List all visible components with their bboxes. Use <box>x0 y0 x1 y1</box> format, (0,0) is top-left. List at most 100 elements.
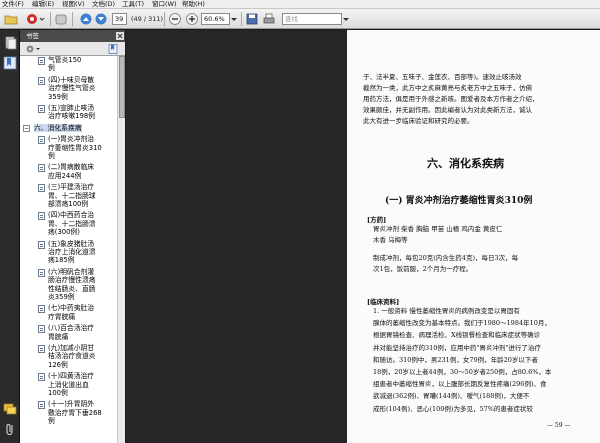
bookmark-label: 胃、十二指肠溃 <box>48 219 96 228</box>
search-input[interactable]: 查找 <box>282 13 342 25</box>
bookmark-label: (一)胃炎冲剂治 <box>48 135 95 144</box>
attachments-panel-button[interactable] <box>3 422 17 436</box>
text-line: 次1包，饭前服，2个月为一疗程。 <box>373 265 473 273</box>
menu-edit[interactable]: 编辑(E) <box>32 0 54 9</box>
bookmark-label: 126例 <box>48 360 68 369</box>
bookmark-label: (二)胃病散临床 <box>48 163 95 172</box>
text-line: 此大有进一步临床验证和研究的必要。 <box>363 117 474 125</box>
bookmark-item[interactable]: (十一)升胃阴外 敷治疗胃下垂268 例 <box>20 400 117 427</box>
bookmarks-scrollbar-thumb[interactable] <box>119 56 125 118</box>
bookmark-item[interactable]: (七)中药夷肚治 疗胃脘痛 <box>20 304 117 323</box>
bookmarks-panel-button[interactable] <box>3 56 17 70</box>
bookmarks-toolbar <box>20 42 125 56</box>
bookmark-item[interactable]: − 六、消化系疾病 <box>20 123 117 134</box>
text-line: 腺体的萎缩性改变为基本特点。我们于1980～1984年10月， <box>373 319 551 328</box>
text-line: 木香 乌梅等 <box>373 236 408 244</box>
bookmark-page-icon <box>38 401 45 410</box>
pages-panel-button[interactable] <box>3 36 17 50</box>
paperclip-icon <box>6 423 13 436</box>
bookmark-label: 疡185例 <box>48 256 75 265</box>
menu-window[interactable]: 窗口(W) <box>152 0 177 9</box>
bookmark-page-icon <box>38 212 45 221</box>
bookmark-item[interactable]: (三)平建汤治疗 胃、十二指肠球 部溃疡100例 <box>20 183 117 210</box>
page-number-input[interactable]: 39 <box>112 13 127 25</box>
bookmark-label: 应用244例 <box>48 171 82 180</box>
bookmark-label: (三)平建汤治疗 <box>48 183 95 192</box>
zoom-out-icon <box>169 13 181 25</box>
close-icon <box>116 32 124 40</box>
options-button[interactable] <box>25 44 41 54</box>
zoom-level-input[interactable]: 60.6% <box>201 13 230 25</box>
menu-bar: 文件(F) 编辑(E) 视图(V) 文档(D) 工具(T) 窗口(W) 帮助(H… <box>0 0 600 9</box>
bookmark-label: 例 <box>48 64 55 73</box>
menu-tools[interactable]: 工具(T) <box>122 0 144 9</box>
bookmark-item[interactable]: (五)宣肺止咳汤 治疗咳嗽198例 <box>20 104 117 123</box>
bookmark-item[interactable]: (二)胃病散临床 应用244例 <box>20 163 117 182</box>
bookmark-label: (十一)升胃阴外 <box>48 400 95 409</box>
search-dropdown-button[interactable] <box>342 12 350 26</box>
bookmark-item[interactable]: (八)百合汤治疗 胃脘痛 <box>20 324 117 343</box>
create-pdf-icon <box>27 14 45 24</box>
zoom-out-button[interactable] <box>168 12 182 26</box>
bookmark-page-icon <box>38 136 45 145</box>
bookmark-label: 疗萎缩性胃炎310 <box>48 143 102 152</box>
bookmark-page-icon <box>38 184 45 193</box>
bookmark-item[interactable]: (一)胃炎冲剂治 疗萎缩性胃炎310 例 <box>20 135 117 162</box>
bookmark-label: 敷治疗胃下垂268 <box>48 408 102 417</box>
bookmark-label: 胃脘痛 <box>48 332 69 341</box>
next-page-button[interactable] <box>95 12 107 26</box>
bookmark-label: (十)四黄汤治疗 <box>48 372 95 381</box>
comments-panel-button[interactable] <box>3 402 17 416</box>
bookmark-item[interactable]: (六)明矾合剂灌 肠治疗慢性溃疡 性结肠炎、直肠 炎359例 <box>20 268 117 304</box>
document-viewer[interactable]: 于、法半夏、五味子、金莲衣、百部等)。速效止咳汤效 截然为一类，此方中之炙麻黄亮与… <box>126 30 600 443</box>
text-line: 欲减退(362例)、胃嘈(144例)、嗳气(188例)，大便不 <box>373 392 530 401</box>
text-line: 成形(104例)、恶心(100例)为多见，57%的患者症状较 <box>373 404 533 413</box>
bookmark-label: (七)中药夷肚治 <box>48 304 95 313</box>
toolbar-separator <box>50 12 51 26</box>
bookmark-label: 桔汤治疗食道炎 <box>48 352 96 361</box>
bookmark-label: 100例 <box>48 388 68 397</box>
zoom-dropdown-button[interactable] <box>230 12 238 26</box>
text-line: 组患者中萎缩性胃炎，以上腹部长期反复性疼痛(296例)、食 <box>373 380 547 389</box>
open-button[interactable] <box>4 12 18 26</box>
chevron-down-icon <box>231 18 237 21</box>
bookmarks-panel-title: 书签 <box>20 30 125 42</box>
zoom-in-button[interactable] <box>185 12 199 26</box>
bookmarks-scrollbar[interactable] <box>117 56 125 443</box>
print-icon <box>263 13 275 24</box>
bookmark-item[interactable]: (十)四黄汤治疗 上消化道出血 100例 <box>20 372 117 399</box>
bookmark-page-icon <box>38 57 45 65</box>
previous-page-button[interactable] <box>80 12 92 26</box>
bookmark-item[interactable]: (九)加减小阴甘 桔汤治疗食道炎 126例 <box>20 344 117 371</box>
text-line: 根据胃镜检查、病理活检、X线钡餐检查和临床症状等确诊 <box>373 331 541 340</box>
gear-icon <box>26 45 40 53</box>
bookmark-item[interactable]: (四)中西药合治 胃、十二指肠溃 疡(300例) <box>20 211 117 238</box>
print-button[interactable] <box>262 12 276 26</box>
text-line: 制成冲剂，每包20克(内含生药4克)，每日3次，每 <box>373 254 519 262</box>
chapter-title: 六、消化系疾病 <box>427 157 504 170</box>
create-pdf-button[interactable] <box>26 12 46 26</box>
toolbar: 39 (49 / 311) 60.6% 查找 <box>0 9 600 29</box>
navigation-pane-strip <box>0 30 20 443</box>
hand-icon <box>55 14 67 25</box>
menu-file[interactable]: 文件(F) <box>2 0 24 9</box>
new-bookmark-button[interactable] <box>108 44 119 54</box>
collapse-icon[interactable]: − <box>23 124 30 132</box>
hand-tool-button[interactable] <box>54 12 68 26</box>
menu-help[interactable]: 帮助(H) <box>182 0 205 9</box>
bookmark-label: 肠治疗慢性溃疡 <box>48 276 96 285</box>
menu-view[interactable]: 视图(V) <box>62 0 85 9</box>
bookmark-label: 胃、十二指肠球 <box>48 191 96 200</box>
menu-document[interactable]: 文档(D) <box>92 0 115 9</box>
bookmark-label: (八)百合汤治疗 <box>48 324 95 333</box>
bookmark-item[interactable]: (四)十味贝母散 治疗慢性气管炎 359例 <box>20 76 117 103</box>
bookmark-item[interactable]: (五)象皮猪肚汤 治疗上消化道溃 疡185例 <box>20 240 117 267</box>
text-line: 并对能坚持治疗的310例，应用中药"胃炎冲剂"进行了治疗 <box>373 343 541 352</box>
close-panel-button[interactable] <box>116 32 124 40</box>
save-button[interactable] <box>245 12 259 26</box>
formula-heading: [方药] <box>367 216 387 224</box>
toolbar-separator <box>164 12 165 26</box>
bookmark-item[interactable]: 气管炎150 例 <box>20 56 117 75</box>
text-line: 18例，20岁以上者44例，30～50岁者250例，占80.6%，本 <box>373 368 552 376</box>
bookmark-label: 六、消化系疾病 <box>34 123 82 133</box>
